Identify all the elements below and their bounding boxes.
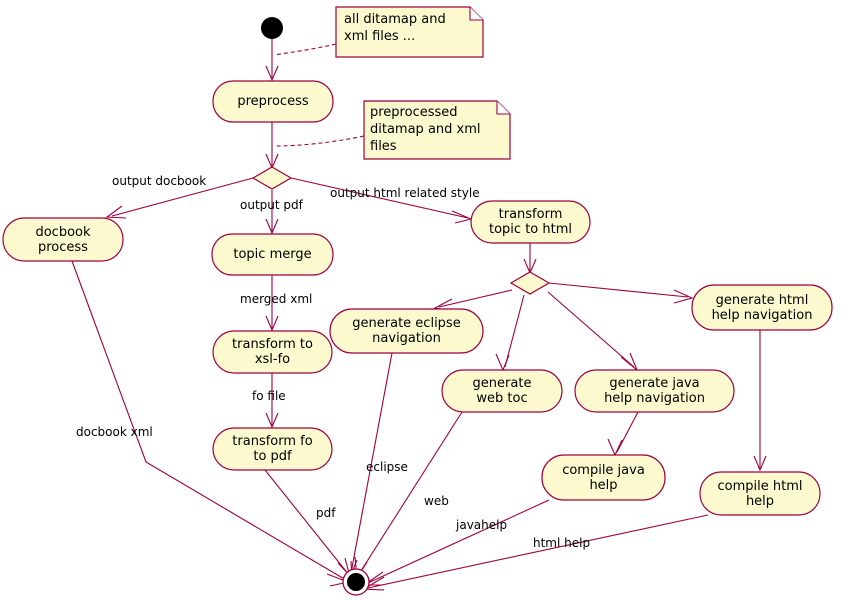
edge-preprocess-to-decision1 — [265, 122, 279, 170]
edge-transform-fo-pdf-to-end — [264, 469, 353, 580]
initial-node[interactable] — [261, 17, 283, 39]
edge-decision2-to-gen-html-help-nav — [548, 282, 694, 304]
edge-gen-java-help-nav-to-compile-java-help — [607, 411, 639, 457]
edge-label-output-html-related-style: output html related style — [330, 186, 480, 200]
node-docbook-process[interactable] — [2, 217, 124, 262]
edge-compile-html-help-to-end — [362, 514, 709, 591]
edge-label-merged-xml: merged xml — [240, 292, 313, 306]
edge-label-javahelp: javahelp — [456, 518, 508, 532]
edge-docbook-process-to-end — [71, 260, 350, 587]
node-generate-html-help-navigation[interactable] — [691, 284, 833, 331]
node-topic-merge[interactable] — [211, 233, 334, 276]
decision-node-html-output-type[interactable] — [509, 271, 551, 295]
note-link-input — [273, 43, 337, 56]
edge-label-pdf: pdf — [316, 506, 336, 520]
edge-label-fo-file: fo file — [252, 389, 286, 403]
edge-label-web: web — [424, 494, 449, 508]
decision-node-output-format[interactable] — [251, 166, 293, 190]
edge-label-docbook-xml: docbook xml — [76, 425, 153, 439]
edge-label-output-docbook: output docbook — [112, 174, 207, 188]
edge-label-output-pdf: output pdf — [240, 198, 303, 212]
note-text-preprocessed-ditamap-and-xml-files: preprocessed ditamap and xml files — [370, 105, 481, 154]
note-text-all-ditamap-and-xml-files: all ditamap and xml files ... — [344, 12, 446, 44]
edge-decision2-to-gen-java-help-nav — [547, 291, 638, 371]
activity-diagram-canvas: preprocess docbook process topic merge t… — [0, 0, 846, 600]
node-compile-html-help[interactable] — [699, 471, 821, 516]
node-compile-java-help[interactable] — [541, 454, 666, 501]
note-link-preprocessed — [273, 135, 365, 147]
edge-gen-html-help-nav-to-compile-html-help — [753, 330, 767, 472]
edge-decision1-to-transform-topic-html — [290, 177, 473, 224]
node-transform-topic-to-html[interactable] — [470, 200, 591, 244]
edge-label-html-help: html help — [533, 536, 591, 550]
edge-compile-java-help-to-end — [362, 499, 550, 586]
edge-start-to-preprocess — [265, 38, 279, 82]
edge-decision2-to-gen-web-toc — [495, 294, 525, 372]
edge-label-eclipse: eclipse — [366, 460, 408, 474]
edge-transform-topic-html-to-decision2 — [523, 243, 537, 275]
node-preprocess[interactable] — [212, 80, 334, 123]
node-transform-fo-to-pdf[interactable] — [212, 427, 333, 471]
edge-decision2-to-gen-eclipse-nav — [433, 289, 513, 312]
node-transform-to-xsl-fo[interactable] — [212, 330, 333, 374]
final-node[interactable] — [342, 568, 370, 596]
diagram-vector-layer — [2, 6, 833, 596]
node-generate-java-help-navigation[interactable] — [574, 369, 735, 413]
node-generate-web-toc[interactable] — [441, 369, 563, 413]
node-generate-eclipse-navigation[interactable] — [329, 308, 484, 354]
